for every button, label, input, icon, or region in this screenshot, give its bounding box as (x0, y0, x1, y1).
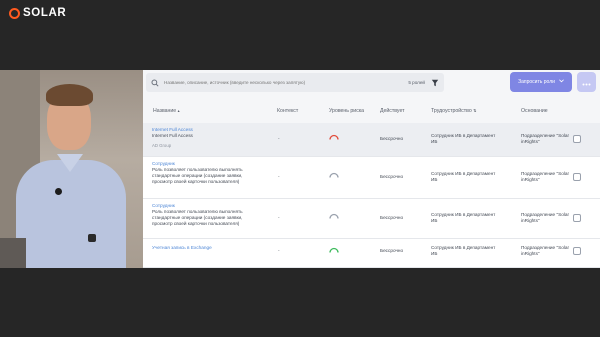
role-validity: Бессрочно (380, 248, 404, 253)
role-basis: Подразделение "Solar inRights" (521, 133, 570, 144)
risk-gauge-icon (329, 172, 339, 180)
roles-app-window: 5 ролей Запросить роли Название ▴ Контек… (143, 70, 600, 268)
role-basis: Подразделение "Solar inRights" (521, 171, 570, 182)
column-validity-header: Действует (380, 108, 405, 114)
role-source: AD Group (152, 143, 172, 148)
sort-icon: ⇅ (473, 108, 477, 113)
solar-logo: SOLAR (9, 7, 66, 19)
request-roles-label: Запросить роли (518, 79, 555, 85)
column-basis-header: Основание (521, 108, 548, 114)
role-description: Роль позволяет пользователю выполнять ст… (152, 167, 243, 184)
role-employment: Сотрудник ИБ в Департамент ИБ (431, 133, 496, 144)
role-context: - (278, 215, 280, 220)
role-validity: Бессрочно (380, 136, 404, 141)
filter-icon[interactable] (431, 79, 439, 87)
more-actions-button[interactable] (577, 72, 596, 92)
role-title-link[interactable]: Учетная запись в Exchange (152, 245, 212, 251)
column-context-header: Контекст (277, 108, 299, 114)
row-checkbox[interactable] (573, 135, 581, 143)
search-input[interactable] (164, 80, 409, 85)
row-checkbox[interactable] (573, 214, 581, 222)
wrist-watch (88, 234, 96, 242)
webcam-presenter-video (0, 70, 143, 268)
role-context: - (278, 136, 280, 141)
role-validity: Бессрочно (380, 174, 404, 179)
role-subtitle: Internet Full Access (152, 133, 193, 138)
logo-text: SOLAR (23, 7, 67, 19)
role-context: - (278, 248, 280, 253)
column-employment-header[interactable]: Трудоустройство ⇅ (431, 108, 477, 114)
logo-ring-icon (9, 7, 20, 19)
table-row[interactable]: Internet Full Access Internet Full Acces… (143, 123, 600, 157)
laptop (0, 238, 26, 268)
presenter-hair (46, 84, 93, 106)
risk-gauge-icon (329, 247, 339, 255)
role-description: Роль позволяет пользователю выполнять ст… (152, 209, 243, 226)
column-name-header[interactable]: Название ▴ (153, 108, 180, 114)
result-count: 5 ролей (408, 80, 425, 85)
presenter-shirt (16, 160, 126, 268)
table-header: Название ▴ Контекст Уровень риска Действ… (143, 103, 600, 121)
role-employment: Сотрудник ИБ в Департамент ИБ (431, 245, 496, 256)
role-employment: Сотрудник ИБ в Департамент ИБ (431, 171, 496, 182)
role-validity: Бессрочно (380, 215, 404, 220)
role-basis: Подразделение "Solar inRights" (521, 212, 570, 223)
table-row[interactable]: Учетная запись в Exchange - Бессрочно Со… (143, 239, 600, 268)
role-basis: Подразделение "Solar inRights" (521, 245, 570, 256)
request-roles-button[interactable]: Запросить роли (510, 72, 572, 92)
role-employment: Сотрудник ИБ в Департамент ИБ (431, 212, 496, 223)
role-context: - (278, 174, 280, 179)
more-icon (582, 73, 591, 91)
sort-asc-icon: ▴ (177, 108, 180, 113)
lapel-microphone (55, 188, 62, 195)
table-row[interactable]: Сотрудник Роль позволяет пользователю вы… (143, 199, 600, 239)
row-checkbox[interactable] (573, 247, 581, 255)
search-bar: 5 ролей (146, 73, 444, 92)
search-icon (151, 78, 159, 87)
row-checkbox[interactable] (573, 173, 581, 181)
table-row[interactable]: Сотрудник Роль позволяет пользователю вы… (143, 157, 600, 199)
risk-gauge-icon (329, 134, 339, 142)
risk-gauge-icon (329, 213, 339, 221)
chevron-down-icon (559, 79, 564, 85)
column-risk-header: Уровень риска (329, 108, 365, 114)
